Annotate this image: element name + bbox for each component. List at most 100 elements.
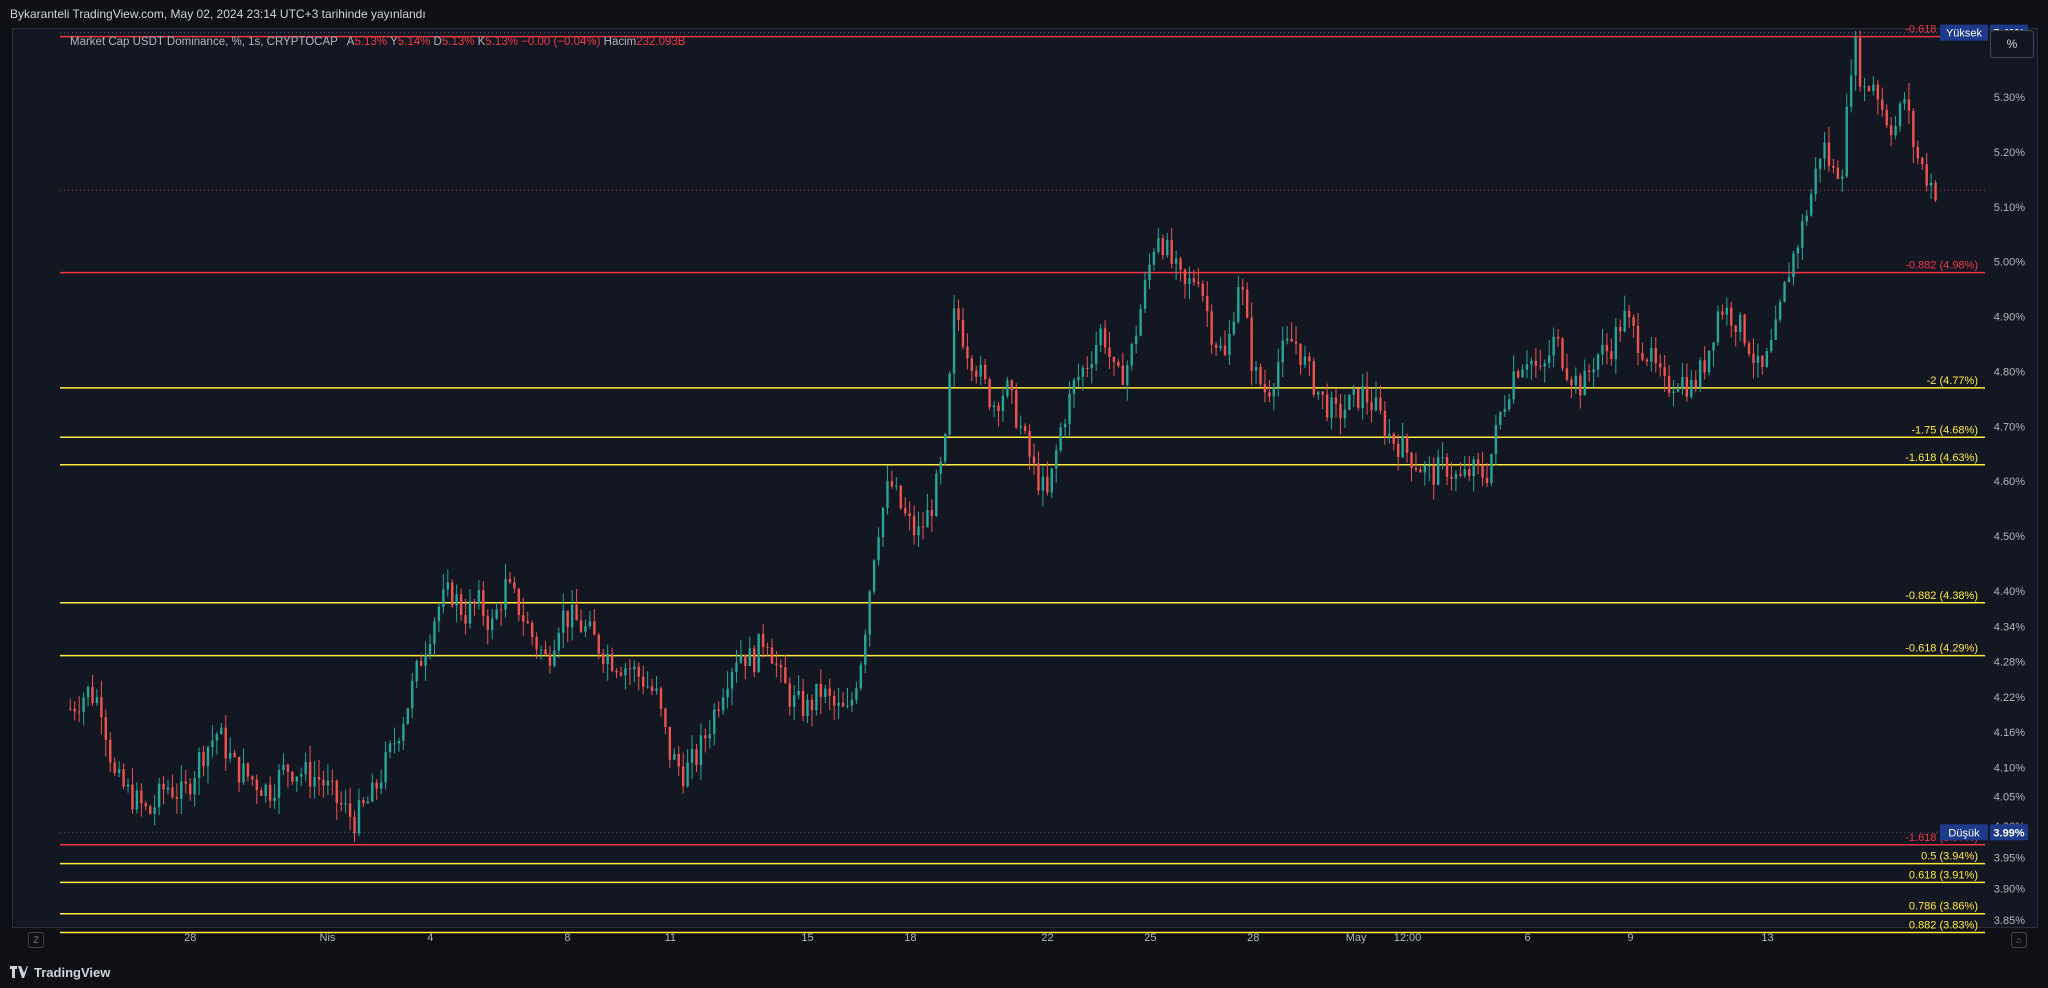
candle-body — [1921, 158, 1924, 165]
y-tick-label: 4.60% — [1994, 476, 2025, 488]
candle-body — [522, 615, 525, 622]
candle-body — [1454, 474, 1458, 479]
candle-body — [886, 481, 889, 508]
candle-body — [1383, 410, 1387, 436]
candle-body — [726, 688, 729, 698]
candle-body — [228, 752, 232, 759]
candle-body — [921, 526, 925, 528]
candle-body — [1143, 279, 1147, 309]
candle-body — [317, 776, 321, 780]
percent-scale-button[interactable]: % — [1990, 30, 2034, 58]
candle-body — [1925, 164, 1928, 186]
candle-body — [1881, 99, 1884, 110]
candle-body — [1836, 167, 1840, 179]
candle-body — [184, 781, 187, 784]
legend-low-label: D — [433, 36, 442, 48]
candle-body — [357, 800, 361, 834]
candle-body — [166, 787, 170, 790]
candle-body — [375, 782, 378, 789]
candle-body — [593, 621, 596, 635]
candle-body — [69, 708, 72, 710]
candle-body — [188, 783, 192, 795]
candle-body — [1845, 106, 1848, 177]
y-tick-label: 4.80% — [1994, 366, 2025, 378]
fib-level-label: -1.75 (4.68%) — [1911, 424, 1978, 436]
candle-body — [104, 717, 108, 740]
candle-body — [117, 769, 121, 774]
candle-body — [1001, 395, 1005, 411]
candle-body — [1601, 344, 1604, 355]
candle-body — [979, 364, 982, 377]
candle-body — [1405, 435, 1409, 453]
candle-body — [1872, 84, 1875, 92]
candle-body — [1747, 343, 1751, 354]
footer: TradingView — [0, 955, 2048, 988]
fib-level-label: -0.882 (4.38%) — [1905, 590, 1978, 602]
candle-body — [495, 609, 498, 619]
candle-body — [335, 780, 338, 803]
candle-body — [82, 697, 85, 712]
x-tick-label: 22 — [1041, 932, 1053, 944]
candle-body — [1561, 338, 1564, 369]
candle-body — [1867, 86, 1871, 92]
candle-body — [717, 709, 720, 711]
candle-body — [433, 621, 436, 644]
candle-body — [668, 726, 672, 760]
y-tick-label: 4.16% — [1994, 727, 2025, 739]
candle-body — [961, 319, 965, 347]
candle-body — [784, 667, 787, 684]
fib-level-label: 0.786 (3.86%) — [1909, 901, 1978, 913]
fib-level-label: -2 (4.77%) — [1927, 375, 1978, 387]
candle-body — [930, 510, 934, 516]
legend-high-label: Y — [390, 36, 398, 48]
candle-body — [344, 803, 347, 805]
candle-body — [912, 516, 916, 536]
tradingview-logo[interactable]: TradingView — [10, 963, 110, 981]
low-price-value: 3.99% — [1993, 827, 2024, 839]
candle-body — [1290, 338, 1293, 342]
candle-body — [1019, 426, 1022, 428]
x-tick-label: 18 — [904, 932, 916, 944]
candle-body — [437, 606, 441, 622]
candle-body — [1321, 391, 1324, 395]
candle-body — [1459, 474, 1462, 476]
candle-body — [1761, 355, 1764, 367]
x-tick-label: 8 — [564, 932, 570, 944]
candle-body — [806, 699, 809, 717]
candle-body — [331, 780, 334, 782]
candle-body — [1521, 369, 1524, 378]
candle-body — [206, 747, 210, 766]
candle-body — [1490, 453, 1493, 484]
candle-body — [1432, 465, 1435, 485]
candle-body — [1707, 350, 1711, 373]
candle-body — [553, 650, 556, 666]
candle-body — [641, 676, 645, 687]
candle-body — [1841, 176, 1844, 179]
timezone-icon[interactable]: Z — [28, 932, 44, 948]
candle-body — [1410, 452, 1413, 469]
candle-body — [1166, 240, 1169, 256]
candle-body — [1148, 264, 1151, 280]
candle-body — [721, 697, 725, 711]
x-tick-label: 4 — [427, 932, 433, 944]
candle-body — [1046, 476, 1049, 493]
candle-body — [468, 601, 472, 624]
candle-body — [1778, 301, 1782, 320]
x-tick-label: 11 — [665, 932, 676, 944]
candle-body — [193, 778, 196, 795]
candle-body — [690, 749, 694, 763]
candle-body — [579, 620, 583, 632]
candle-body — [1472, 459, 1475, 477]
candle-body — [1099, 328, 1102, 345]
candle-body — [326, 780, 330, 786]
candle-body — [1676, 387, 1680, 392]
candle-body — [1152, 251, 1156, 265]
axis-settings-icon[interactable]: ⌂ — [2011, 932, 2027, 948]
candle-body — [1512, 371, 1515, 400]
candle-body — [286, 764, 290, 772]
price-chart[interactable]: 5.30% 5.20% 5.10% 5.00% 4.90% 4.80% 4.70% 4.60%… — [0, 0, 2048, 955]
candle-body — [1476, 459, 1480, 466]
candle-body — [1197, 282, 1200, 284]
candle-body — [753, 648, 756, 673]
candle-body — [1508, 399, 1511, 410]
